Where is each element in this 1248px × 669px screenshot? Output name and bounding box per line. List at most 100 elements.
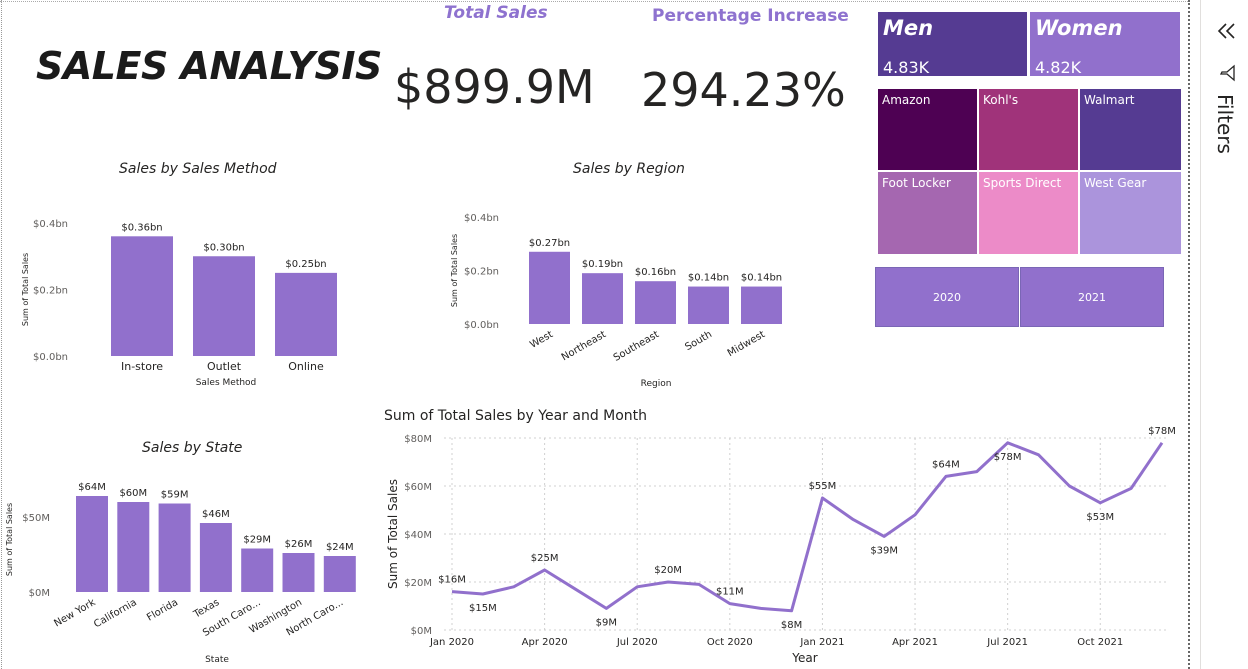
- bar: [741, 286, 782, 324]
- men-card[interactable]: Men 4.83K: [877, 11, 1028, 77]
- x-tick-label: West: [528, 329, 555, 351]
- data-label: $24M: [326, 542, 354, 553]
- data-label: $8M: [781, 620, 802, 631]
- treemap-tile-amazon[interactable]: Amazon: [877, 88, 978, 171]
- data-label: $78M: [1148, 426, 1176, 437]
- y-tick-label: $0.0bn: [33, 352, 68, 363]
- data-label: $0.36bn: [121, 222, 162, 233]
- women-card[interactable]: Women 4.82K: [1029, 11, 1181, 77]
- x-tick-label: Oct 2021: [1077, 637, 1123, 648]
- women-label: Women: [1035, 16, 1123, 40]
- data-label: $20M: [654, 565, 682, 576]
- treemap-tile-kohls[interactable]: Kohl's: [978, 88, 1079, 171]
- y-tick-label: $0M: [411, 626, 432, 637]
- x-tick-label: South: [683, 329, 714, 353]
- data-label: $0.19bn: [582, 259, 623, 270]
- bar: [158, 503, 191, 592]
- y-axis-title: Sum of Total Sales: [386, 479, 400, 589]
- data-label: $29M: [243, 535, 271, 546]
- y-axis-title: Sum of Total Sales: [450, 234, 459, 307]
- sales-by-state-chart: $0M $50M Sum of Total Sales $64M New York $60…: [5, 482, 356, 665]
- x-tick-label: Oct 2020: [707, 637, 753, 648]
- treemap-tile-west-gear[interactable]: West Gear: [1079, 171, 1182, 255]
- x-axis-title: Region: [641, 379, 672, 389]
- y-tick-label: $50M: [22, 513, 50, 524]
- treemap-tile-label: Kohl's: [983, 93, 1019, 107]
- women-value: 4.82K: [1035, 58, 1082, 77]
- canvas-border-top: [0, 1, 1190, 2]
- x-tick-label: Northeast: [560, 329, 608, 363]
- x-tick-label: Online: [288, 360, 324, 373]
- report-title: SALES ANALYSIS: [36, 44, 382, 88]
- data-label: $46M: [202, 509, 230, 520]
- x-tick-label: New York: [52, 597, 97, 630]
- data-label: $15M: [469, 603, 497, 614]
- y-tick-label: $0.4bn: [464, 213, 499, 224]
- x-axis-title: Year: [791, 651, 817, 665]
- y-axis-title: Sum of Total Sales: [21, 253, 30, 326]
- data-label: $0.14bn: [741, 273, 782, 284]
- sales-by-month-chart: $0M $20M $40M $60M $80M Jan 2020 Apr 2020 Jul 2…: [386, 426, 1176, 665]
- x-tick-label: Texas: [191, 597, 221, 621]
- year-slicer-2021[interactable]: 2021: [1020, 267, 1164, 327]
- data-label: $64M: [78, 482, 106, 493]
- bar: [199, 523, 232, 592]
- bar: [111, 236, 173, 356]
- y-tick-label: $0M: [29, 588, 50, 599]
- x-tick-label: Apr 2021: [892, 637, 938, 648]
- bar: [76, 496, 108, 592]
- canvas-border-right: [1188, 0, 1190, 669]
- series-line: [451, 441, 1164, 613]
- data-label: $0.14bn: [688, 273, 729, 284]
- data-label: $55M: [809, 481, 837, 492]
- bar: [582, 273, 623, 324]
- bar: [323, 556, 356, 592]
- x-tick-label: Florida: [145, 597, 180, 624]
- bar: [241, 548, 274, 592]
- x-tick-label: Jan 2021: [799, 637, 844, 648]
- data-label: $26M: [285, 539, 313, 550]
- funnel-icon[interactable]: [1219, 64, 1237, 82]
- filters-pane-divider: [1200, 0, 1201, 669]
- total-sales-label: Total Sales: [444, 3, 548, 23]
- data-label: $78M: [994, 452, 1022, 463]
- x-tick-label: Midwest: [726, 329, 767, 359]
- y-tick-label: $80M: [404, 434, 432, 445]
- bar: [193, 256, 255, 356]
- x-tick-label: In-store: [121, 360, 163, 373]
- y-tick-label: $0.4bn: [33, 219, 68, 230]
- double-chevron-left-icon[interactable]: [1216, 22, 1238, 40]
- year-slicer-2020[interactable]: 2020: [875, 267, 1019, 327]
- data-label: $0.25bn: [285, 259, 326, 270]
- men-value: 4.83K: [883, 58, 930, 77]
- sales-by-region-title: Sales by Region: [573, 161, 685, 177]
- treemap-tile-label: Walmart: [1084, 93, 1135, 107]
- data-label: $25M: [531, 553, 559, 564]
- percentage-increase-value: 294.23%: [641, 63, 846, 117]
- sales-by-month-title: Sum of Total Sales by Year and Month: [384, 408, 648, 424]
- sales-by-method-chart: $0.0bn $0.2bn $0.4bn Sum of Total Sales $0.3…: [21, 219, 337, 388]
- sales-by-state-title: Sales by State: [142, 440, 243, 456]
- x-tick-label: Outlet: [207, 360, 242, 373]
- y-tick-label: $40M: [404, 530, 432, 541]
- sales-by-method-title: Sales by Sales Method: [119, 161, 277, 177]
- data-label: $0.30bn: [203, 242, 244, 253]
- treemap-tile-foot-locker[interactable]: Foot Locker: [877, 171, 978, 255]
- x-axis-title: State: [205, 655, 229, 665]
- x-tick-label: California: [92, 597, 139, 630]
- treemap-tile-sports-direct[interactable]: Sports Direct: [978, 171, 1079, 255]
- data-label: $53M: [1086, 512, 1114, 523]
- treemap-tile-walmart[interactable]: Walmart: [1079, 88, 1182, 171]
- treemap-tile-label: Sports Direct: [983, 176, 1062, 190]
- data-label: $0.27bn: [529, 238, 570, 249]
- data-label: $59M: [161, 490, 189, 501]
- x-tick-label: Apr 2020: [522, 637, 568, 648]
- filters-pane-label[interactable]: Filters: [1213, 94, 1237, 154]
- y-axis-title: Sum of Total Sales: [5, 503, 14, 576]
- sales-by-region-chart: $0.0bn $0.2bn $0.4bn Sum of Total Sales $0.2…: [450, 213, 782, 389]
- data-label: $11M: [716, 587, 744, 598]
- bar: [275, 272, 337, 356]
- y-tick-label: $0.2bn: [33, 286, 68, 297]
- x-axis-title: Sales Method: [196, 378, 257, 388]
- y-tick-label: $0.2bn: [464, 267, 499, 278]
